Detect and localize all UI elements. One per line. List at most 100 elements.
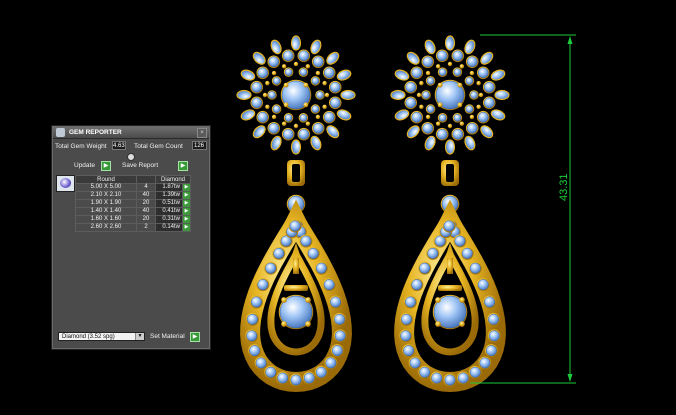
petal-gem [240,109,256,121]
gem-stone [290,374,302,386]
gold-bead [435,64,441,69]
gem-table: Round Diamond 5.00 X 5.00 4 1.87tw ▶ 2.10 X … [75,175,191,232]
cell-weight: 0.51tw [155,199,183,208]
gem-stone [257,67,268,79]
gold-bead [419,80,424,86]
gold-bead [469,70,475,76]
set-material-go-icon[interactable]: ▶ [190,332,200,342]
gold-bead [416,92,422,98]
gem-stone [405,97,417,109]
gold-bead [322,80,327,86]
cell-count: 20 [136,199,156,208]
gem-stone [405,81,417,93]
gem-stone [307,247,319,259]
update-go-icon[interactable]: ▶ [101,161,111,171]
petal-gem [480,125,494,139]
cell-size: 5.00 X 5.00 [75,183,137,192]
panel-titlebar[interactable]: GEM REPORTER × [53,127,209,139]
gem-stone [483,81,495,93]
gem-stone [329,97,341,109]
material-select[interactable]: Diamond (3.52 spg) ▼ [58,332,145,341]
gold-bead [305,121,311,126]
save-report-button[interactable]: Save Report [122,162,158,169]
set-material-button[interactable]: Set Material [150,333,185,340]
petal-gem [406,51,420,65]
gold-bead [459,297,465,303]
row-select-icon[interactable]: ▶ [182,207,191,216]
gem-stone [277,372,289,384]
gem-stone [282,128,294,140]
table-row[interactable]: 5.00 X 5.00 4 1.87tw ▶ [75,183,191,192]
gem-icon [56,128,65,137]
petal-gem [464,135,476,151]
gem-stone [438,68,447,76]
petal-gem [406,125,420,139]
table-row[interactable]: 1.60 X 1.60 20 0.31tw ▶ [75,215,191,224]
row-select-icon[interactable]: ▶ [182,191,191,200]
row-select-icon[interactable]: ▶ [182,183,191,192]
gold-bead [305,64,311,69]
save-report-go-icon[interactable]: ▶ [178,161,188,171]
petal-gem [424,39,436,55]
gem-stone [403,345,415,357]
gold-bead [265,104,270,110]
row-select-icon[interactable]: ▶ [182,215,191,224]
gem-stone [443,220,455,232]
gem-stone [461,247,473,259]
table-row[interactable]: 2.60 X 2.60 2 0.14tw ▶ [75,223,191,232]
gold-bead [419,104,424,110]
gem-stone [311,77,320,85]
gold-bead [437,102,443,108]
gem-stone [284,68,293,76]
gem-stone [311,105,320,113]
gem-stone [299,114,308,122]
gem-stone [483,97,495,109]
cell-count: 20 [136,215,156,224]
dimension-value: 43.31 [558,173,570,201]
cell-weight: 0.41tw [155,207,183,216]
panel-divider-handle[interactable] [127,153,135,161]
row-select-icon[interactable]: ▶ [182,199,191,208]
gem-stone [334,330,346,342]
table-row[interactable]: 1.90 X 1.90 20 0.51tw ▶ [75,199,191,208]
gem-stone [325,357,337,369]
gold-bead [447,61,453,67]
gem-stone [466,123,478,134]
gem-stone [268,123,280,134]
cell-size: 2.10 X 2.10 [75,191,137,200]
gem-stone [436,128,448,140]
gem-stone [272,77,281,85]
gem-stone [312,123,324,134]
gold-bead [469,114,475,120]
petal-gem [336,109,352,121]
gold-bead [478,92,484,98]
petal-gem [310,39,322,55]
earring-right [390,35,510,393]
petal-gem [336,69,352,81]
gem-stone [265,262,277,274]
cell-size: 2.60 X 2.60 [75,223,137,232]
close-icon[interactable]: × [197,128,207,138]
row-select-icon[interactable]: ▶ [182,223,191,232]
round-gem-thumbnail[interactable] [56,175,75,192]
chevron-down-icon[interactable]: ▼ [135,333,144,340]
gem-stone [268,91,276,99]
table-row[interactable]: 1.40 X 1.40 40 0.41tw ▶ [75,207,191,216]
update-button[interactable]: Update [74,162,95,169]
gold-bead [293,61,299,67]
gold-bead [283,82,289,88]
cell-size: 1.40 X 1.40 [75,207,137,216]
gem-stone [438,114,447,122]
petal-gem [490,109,506,121]
petal-gem [310,135,322,151]
gem-stone [469,366,481,378]
cell-weight: 1.87tw [155,183,183,192]
gem-stone [436,50,448,62]
gem-stone [419,262,431,274]
table-row[interactable]: 2.10 X 2.10 40 1.39tw ▶ [75,191,191,200]
petal-gem [424,135,436,151]
gem-stone [249,345,261,357]
gold-bead [303,82,309,88]
cell-size: 1.60 X 1.60 [75,215,137,224]
gold-bead [303,102,309,108]
